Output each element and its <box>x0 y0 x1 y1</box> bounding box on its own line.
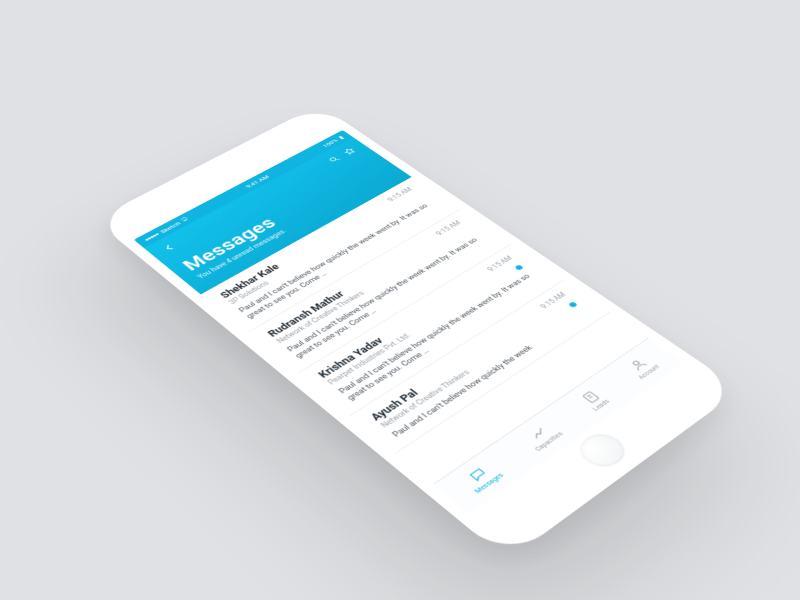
tab-leads[interactable]: Leads <box>577 388 611 412</box>
wifi-icon: ⎋ <box>180 216 191 223</box>
search-icon[interactable] <box>326 155 343 166</box>
star-icon[interactable] <box>342 146 359 157</box>
tab-capacities[interactable]: Capacities <box>520 420 565 453</box>
device-frame: ●●●●● Sketch ⎋ 9:41 AM 100% ▮ <box>94 105 741 561</box>
tab-account[interactable]: Account <box>623 354 661 381</box>
battery-icon: ▮ <box>337 135 345 140</box>
back-button[interactable] <box>161 242 180 254</box>
tab-messages[interactable]: Messages <box>459 461 505 495</box>
